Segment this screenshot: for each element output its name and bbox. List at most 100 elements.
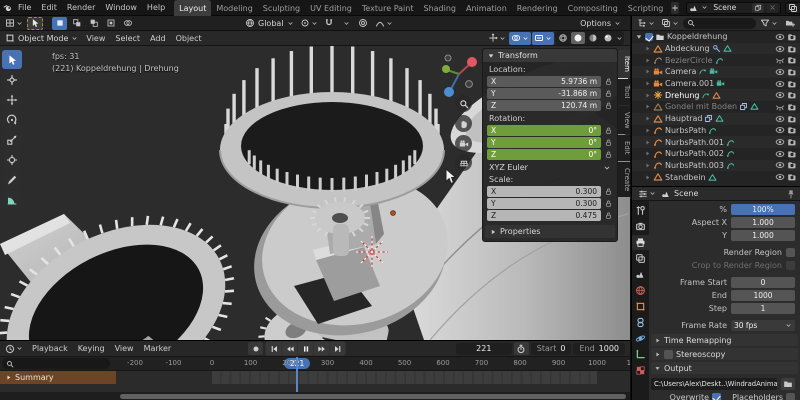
pin-icon[interactable] [786, 189, 796, 199]
stopwatch-button[interactable] [513, 342, 529, 355]
workspace-tab-uv-editing[interactable]: UV Editing [305, 0, 357, 16]
expand-icon[interactable] [644, 80, 651, 87]
scale-x-field[interactable]: X 0.300 [487, 186, 601, 197]
timeline-ruler[interactable]: 221 -200-1000100200300400500600700800900… [0, 357, 630, 371]
menu-file[interactable]: File [13, 0, 36, 16]
properties-tab-tool[interactable] [632, 203, 649, 218]
properties-tab-output[interactable] [632, 235, 649, 250]
tool-select-button[interactable] [2, 50, 22, 69]
outliner-item-drehung[interactable]: Drehung [632, 89, 800, 101]
eye-icon[interactable] [775, 79, 785, 89]
workspace-tab-layout[interactable]: Layout [174, 0, 212, 16]
menu-render[interactable]: Render [62, 0, 100, 16]
camera-visibility-icon[interactable] [787, 67, 797, 77]
shading-material-button[interactable] [586, 32, 600, 44]
timeline-menu-marker[interactable]: Marker [139, 344, 177, 353]
properties-editor-dropdown[interactable] [636, 187, 658, 200]
lock-icon[interactable] [604, 138, 613, 147]
outliner-item-abdeckung[interactable]: Abdeckung [632, 43, 800, 55]
3d-viewport[interactable]: fps: 31 (221) Koppeldrehung | Drehung Tr… [0, 46, 630, 340]
eye-icon[interactable] [775, 32, 785, 42]
auto-keyframe-button[interactable] [248, 342, 264, 355]
outliner-item-nurbspath-001[interactable]: NurbsPath.001 [632, 136, 800, 148]
workspace-tab-rendering[interactable]: Rendering [512, 0, 563, 16]
properties-tab-view-layer[interactable] [632, 251, 649, 266]
view-layer-selector[interactable]: View Layer [785, 1, 800, 14]
collapse-icon[interactable] [635, 33, 643, 41]
tool-scale-button[interactable] [2, 130, 22, 149]
mode-dropdown[interactable]: Object Mode [3, 32, 80, 45]
sidebar-tab-view[interactable]: View [618, 105, 630, 135]
expand-icon[interactable] [644, 92, 651, 99]
lock-icon[interactable] [604, 199, 613, 208]
scene-name[interactable]: Scene [710, 3, 750, 12]
xray-toggle[interactable] [532, 31, 554, 45]
camera-visibility-icon[interactable] [787, 79, 797, 89]
timeline-menu-playback[interactable]: Playback [27, 344, 73, 353]
transform-panel-header[interactable]: Transform [483, 49, 617, 62]
camera-visibility-icon[interactable] [787, 149, 797, 159]
properties-tab-scene[interactable] [632, 267, 649, 282]
shading-wireframe-button[interactable] [556, 32, 570, 44]
menu-window[interactable]: Window [100, 0, 142, 16]
browse-folder-button[interactable] [781, 377, 795, 390]
eye-icon[interactable] [775, 160, 785, 170]
expand-icon[interactable] [644, 139, 651, 146]
jump-to-end-button[interactable] [330, 342, 346, 355]
menu-edit[interactable]: Edit [36, 0, 62, 16]
pan-button[interactable] [455, 115, 472, 132]
editor-type-dropdown[interactable] [3, 17, 25, 30]
sidebar-tab-create[interactable]: Create [618, 161, 630, 197]
snap-settings-dropdown[interactable] [339, 17, 354, 30]
output-panel-header[interactable]: Output [651, 362, 798, 374]
eye-icon[interactable] [775, 137, 785, 147]
eye-icon[interactable] [775, 44, 785, 54]
aspect-x-field[interactable]: 1.000 [731, 217, 795, 228]
time-remapping-panel-header[interactable]: Time Remapping [651, 334, 798, 346]
zoom-button[interactable] [455, 95, 472, 112]
camera-visibility-icon[interactable] [787, 137, 797, 147]
workspace-tab-animation[interactable]: Animation [461, 0, 512, 16]
timeline-editor-dropdown[interactable] [3, 342, 25, 355]
aspect-y-field[interactable]: 1.000 [731, 230, 795, 241]
expand-icon[interactable] [644, 115, 651, 122]
viewport-menu-add[interactable]: Add [145, 34, 171, 43]
expand-icon[interactable] [644, 127, 651, 134]
properties-subpanel-header[interactable]: Properties [485, 225, 615, 238]
timeline-search-input[interactable] [2, 358, 110, 369]
sidebar-tab-item[interactable]: Item [618, 50, 630, 78]
scale-z-field[interactable]: Z 0.475 [487, 210, 601, 221]
expand-icon[interactable] [644, 57, 651, 64]
transform-orientation-dropdown[interactable]: Global [243, 17, 296, 30]
start-frame-field[interactable]: Start 0 [530, 342, 572, 355]
navigation-gizmo[interactable] [438, 50, 480, 100]
sidebar-tab-tool[interactable]: Tool [618, 78, 630, 105]
select-mode-invert-button[interactable] [103, 17, 118, 30]
proportional-edit-toggle[interactable] [356, 17, 371, 30]
delete-scene-button[interactable] [766, 2, 779, 13]
workspace-tab-shading[interactable]: Shading [418, 0, 461, 16]
timeline-menu-view[interactable]: View [110, 344, 139, 353]
properties-tab-world[interactable] [632, 283, 649, 298]
outliner-item-koppeldrehung[interactable]: Koppeldrehung [632, 31, 800, 43]
expand-icon[interactable] [644, 174, 651, 181]
camera-visibility-icon[interactable] [787, 55, 797, 65]
lock-icon[interactable] [604, 126, 613, 135]
eye-icon[interactable] [775, 125, 785, 135]
workspace-tab-compositing[interactable]: Compositing [563, 0, 623, 16]
lock-icon[interactable] [604, 101, 613, 110]
camera-visibility-icon[interactable] [787, 172, 797, 182]
outliner-editor-dropdown[interactable] [635, 17, 657, 30]
render-region-checkbox[interactable] [786, 248, 795, 257]
location-x-field[interactable]: X 5.9736 m [487, 76, 601, 87]
lock-icon[interactable] [604, 77, 613, 86]
menu-help[interactable]: Help [142, 0, 170, 16]
placeholders-checkbox[interactable] [786, 393, 795, 400]
eye-icon[interactable] [775, 114, 785, 124]
camera-visibility-icon[interactable] [787, 125, 797, 135]
tool-rotate-button[interactable] [2, 110, 22, 129]
rotation-x-field[interactable]: X 0° [487, 125, 601, 136]
workspace-tab-texture-paint[interactable]: Texture Paint [357, 0, 419, 16]
rotation-y-field[interactable]: Y 0° [487, 137, 601, 148]
outliner-item-beziercircle[interactable]: BezierCircle [632, 54, 800, 66]
